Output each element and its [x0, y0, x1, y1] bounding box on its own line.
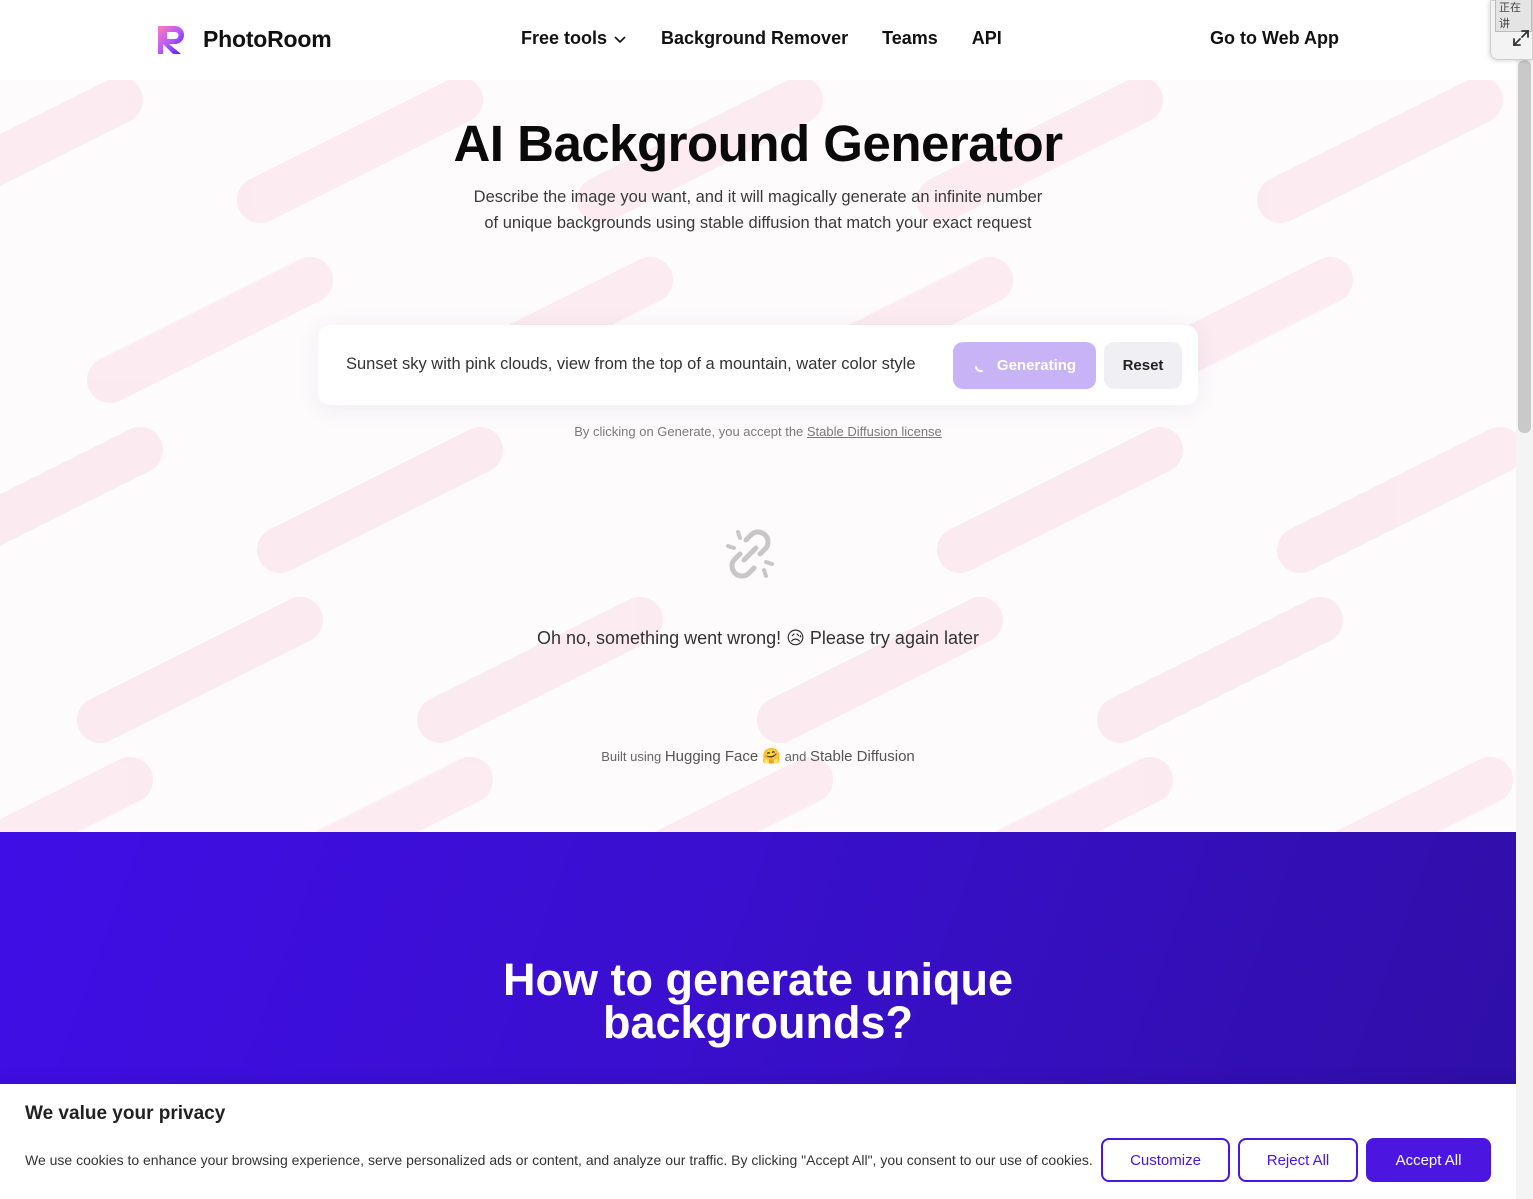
reject-all-button[interactable]: Reject All: [1238, 1138, 1358, 1182]
spinner-icon: [974, 365, 983, 372]
page-scrollbar[interactable]: [1516, 0, 1533, 1199]
prompt-input[interactable]: [346, 355, 946, 374]
cookie-banner: We value your privacy We use cookies to …: [0, 1084, 1516, 1199]
customize-button[interactable]: Customize: [1101, 1138, 1230, 1182]
stable-diffusion-license-link[interactable]: Stable Diffusion license: [807, 424, 942, 439]
generate-button-label: Generating: [996, 357, 1077, 374]
page-title: AI Background Generator: [453, 115, 1063, 172]
stable-diffusion-credit: Stable Diffusion: [809, 748, 915, 765]
floating-widget[interactable]: 正在讲: [1490, 0, 1533, 60]
page-subtitle: Describe the image you want, and it will…: [473, 188, 1043, 232]
main-nav: Free tools Background Remover Teams API: [521, 28, 1002, 49]
prompt-box: Generating Reset: [318, 325, 1198, 405]
accept-all-button[interactable]: Accept All: [1366, 1138, 1491, 1182]
broken-link-icon: [726, 529, 774, 579]
generate-button[interactable]: Generating: [953, 342, 1096, 389]
cookie-title: We value your privacy: [25, 1103, 226, 1124]
nav-free-tools[interactable]: Free tools: [521, 28, 627, 49]
hugging-face-credit: Hugging Face 🤗: [664, 748, 782, 765]
nav-free-tools-label: Free tools: [521, 28, 608, 48]
error-message: Oh no, something went wrong! 😥 Please tr…: [537, 628, 979, 648]
site-header: PhotoRoom Free tools Background Remover …: [0, 0, 1516, 80]
expand-icon[interactable]: [1511, 28, 1531, 48]
go-to-web-app-link[interactable]: Go to Web App: [1210, 28, 1339, 49]
license-notice: By clicking on Generate, you accept the …: [0, 424, 1516, 439]
reset-button[interactable]: Reset: [1104, 342, 1182, 389]
nav-background-remover[interactable]: Background Remover: [661, 28, 848, 49]
cookie-text: We use cookies to enhance your browsing …: [25, 1152, 1093, 1168]
nav-teams[interactable]: Teams: [882, 28, 938, 49]
how-to-title: How to generate unique backgrounds?: [0, 957, 1516, 1045]
built-and: and: [781, 749, 810, 764]
chevron-down-icon: [614, 35, 626, 43]
photoroom-logo-icon: [158, 26, 184, 54]
scrollbar-thumb[interactable]: [1518, 60, 1531, 433]
brand-name: PhotoRoom: [203, 25, 332, 52]
built-prefix: Built using: [601, 749, 665, 764]
hero-section: AI Background Generator Describe the ima…: [0, 80, 1516, 832]
license-prefix: By clicking on Generate, you accept the: [574, 424, 807, 439]
how-to-title-line2: backgrounds?: [602, 997, 914, 1048]
built-using-credit: Built using Hugging Face 🤗 and Stable Di…: [0, 747, 1516, 765]
nav-api[interactable]: API: [972, 28, 1002, 49]
brand-logo[interactable]: PhotoRoom: [157, 22, 332, 56]
